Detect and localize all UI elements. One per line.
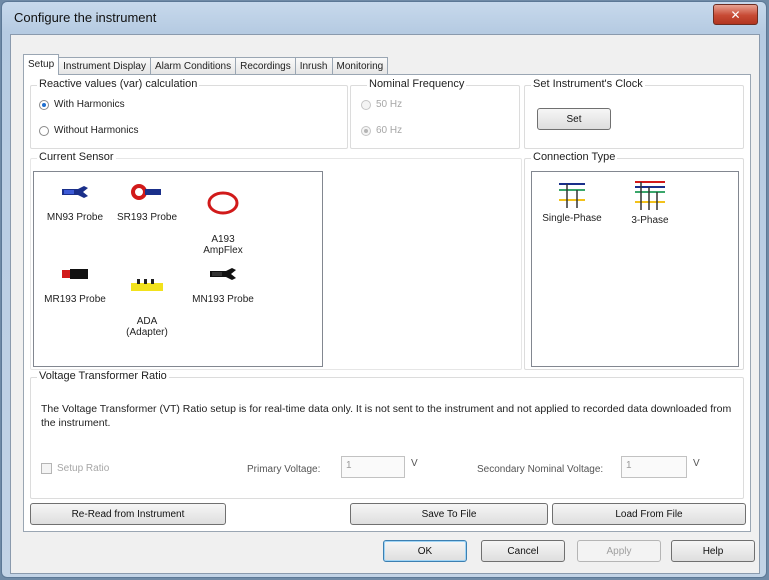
- tab-setup[interactable]: Setup: [23, 54, 60, 75]
- setup-ratio-label: Setup Ratio: [57, 463, 110, 474]
- tab-monitoring[interactable]: Monitoring: [331, 57, 389, 75]
- sensor-mn93-label: MN93 Probe: [46, 212, 104, 223]
- sensor-ada-label: ADA (Adapter): [126, 316, 168, 338]
- secondary-voltage-unit: V: [693, 458, 700, 469]
- nominal-frequency-group: Nominal Frequency 50 Hz 60 Hz: [350, 78, 520, 149]
- freq-50hz-label: 50 Hz: [376, 99, 403, 110]
- primary-voltage-input[interactable]: 1: [341, 456, 405, 478]
- sensor-mn193-label: MN193 Probe: [192, 294, 254, 305]
- window-title: Configure the instrument: [14, 10, 157, 25]
- secondary-voltage-input[interactable]: 1: [621, 456, 687, 478]
- single-phase-label: Single-Phase: [542, 213, 602, 224]
- three-phase-label: 3-Phase: [631, 215, 669, 226]
- with-harmonics-option[interactable]: With Harmonics: [39, 99, 125, 110]
- dialog-window: Configure the instrument ✕ Setup Instrum…: [1, 1, 767, 578]
- close-button[interactable]: ✕: [713, 4, 758, 25]
- connection-single-phase[interactable]: Single-Phase: [534, 178, 610, 224]
- load-from-file-button[interactable]: Load From File: [552, 503, 746, 525]
- reactive-values-title: Reactive values (var) calculation: [37, 78, 200, 90]
- secondary-voltage-label: Secondary Nominal Voltage:: [477, 464, 604, 475]
- sensor-mn93[interactable]: MN93 Probe: [40, 180, 110, 223]
- three-phase-icon: [635, 181, 665, 210]
- connection-type-group: Connection Type Single-Phase 3-Phase: [524, 151, 744, 370]
- ok-button[interactable]: OK: [383, 540, 467, 562]
- without-harmonics-label: Without Harmonics: [54, 125, 139, 136]
- save-to-file-button[interactable]: Save To File: [350, 503, 548, 525]
- without-harmonics-option[interactable]: Without Harmonics: [39, 125, 138, 136]
- tab-recordings[interactable]: Recordings: [235, 57, 296, 75]
- adapter-icon: [112, 273, 182, 297]
- reactive-values-group: Reactive values (var) calculation With H…: [30, 78, 348, 149]
- sensor-a193-ampflex[interactable]: A193 AmpFlex: [188, 180, 258, 267]
- tab-alarm-conditions[interactable]: Alarm Conditions: [149, 57, 237, 75]
- current-sensor-list[interactable]: MN93 Probe SR193 Probe A193 AmpFlex MR19…: [33, 171, 323, 367]
- with-harmonics-radio[interactable]: [39, 99, 49, 110]
- connection-type-title: Connection Type: [531, 151, 618, 163]
- freq-60hz-label: 60 Hz: [376, 125, 403, 136]
- current-sensor-group: Current Sensor MN93 Probe SR193 Probe A1…: [30, 151, 522, 370]
- title-bar[interactable]: Configure the instrument ✕: [2, 2, 766, 34]
- set-clock-button[interactable]: Set: [537, 108, 611, 130]
- cancel-button[interactable]: Cancel: [481, 540, 565, 562]
- freq-60hz-option[interactable]: 60 Hz: [361, 125, 402, 136]
- setup-ratio-checkbox[interactable]: [41, 463, 52, 474]
- vt-ratio-group: Voltage Transformer Ratio The Voltage Tr…: [30, 370, 744, 499]
- current-sensor-title: Current Sensor: [37, 151, 116, 163]
- setup-panel: Reactive values (var) calculation With H…: [23, 74, 751, 532]
- close-icon: ✕: [730, 7, 741, 22]
- sensor-mn193[interactable]: MN193 Probe: [188, 262, 258, 305]
- setup-ratio-option[interactable]: Setup Ratio: [41, 463, 109, 474]
- mn193-probe-icon: [188, 262, 258, 286]
- reread-button[interactable]: Re-Read from Instrument: [30, 503, 226, 525]
- apply-button[interactable]: Apply: [577, 540, 661, 562]
- ampflex-icon: [188, 191, 258, 215]
- without-harmonics-radio[interactable]: [39, 125, 49, 136]
- tab-instrument-display[interactable]: Instrument Display: [58, 57, 151, 75]
- with-harmonics-label: With Harmonics: [54, 99, 125, 110]
- sensor-mr193-label: MR193 Probe: [44, 294, 106, 305]
- sensor-mr193[interactable]: MR193 Probe: [40, 262, 110, 305]
- primary-voltage-label: Primary Voltage:: [247, 464, 321, 475]
- sensor-sr193[interactable]: SR193 Probe: [112, 180, 182, 223]
- dialog-client: Setup Instrument Display Alarm Condition…: [10, 34, 760, 574]
- freq-50hz-option[interactable]: 50 Hz: [361, 99, 402, 110]
- sr193-probe-icon: [112, 180, 182, 204]
- tab-inrush[interactable]: Inrush: [294, 57, 333, 75]
- mr193-probe-icon: [40, 262, 110, 286]
- help-button[interactable]: Help: [671, 540, 755, 562]
- connection-type-list[interactable]: Single-Phase 3-Phase: [531, 171, 739, 367]
- vt-ratio-description: The Voltage Transformer (VT) Ratio setup…: [41, 403, 732, 429]
- tab-strip: Setup Instrument Display Alarm Condition…: [23, 53, 389, 75]
- vt-ratio-title: Voltage Transformer Ratio: [37, 370, 169, 382]
- clock-title: Set Instrument's Clock: [531, 78, 645, 90]
- sensor-ada-adapter[interactable]: ADA (Adapter): [112, 262, 182, 349]
- sensor-sr193-label: SR193 Probe: [116, 212, 178, 223]
- mn93-probe-icon: [40, 180, 110, 204]
- sensor-a193-label: A193 AmpFlex: [203, 234, 243, 256]
- clock-group: Set Instrument's Clock Set: [524, 78, 744, 149]
- freq-60hz-radio[interactable]: [361, 125, 371, 136]
- primary-voltage-unit: V: [411, 458, 418, 469]
- connection-three-phase[interactable]: 3-Phase: [612, 178, 688, 226]
- single-phase-icon: [559, 183, 585, 208]
- freq-50hz-radio[interactable]: [361, 99, 371, 110]
- nominal-frequency-title: Nominal Frequency: [367, 78, 467, 90]
